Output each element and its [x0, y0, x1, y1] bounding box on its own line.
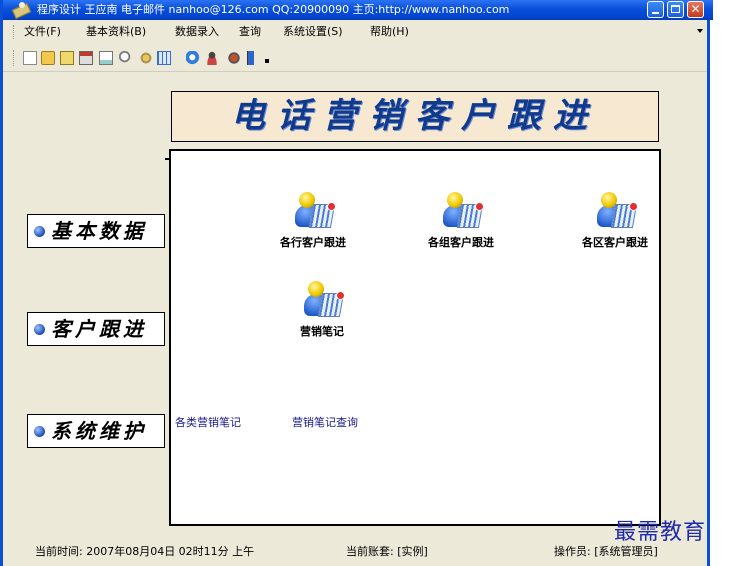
title-bar[interactable]: 程序设计 王应南 电子邮件 nanhoo@126.com QQ:20900090…: [3, 0, 713, 20]
nav-label: 客户跟进: [51, 317, 147, 341]
ie-icon[interactable]: [186, 51, 200, 65]
minimize-icon: [652, 12, 659, 14]
item-label: 营销笔记: [300, 325, 344, 338]
exit-icon[interactable]: [247, 51, 261, 65]
nav-label: 基本数据: [51, 219, 147, 243]
settings-icon[interactable]: [227, 51, 241, 65]
find-icon[interactable]: [119, 51, 133, 65]
app-icon: [11, 2, 32, 20]
print-preview-icon[interactable]: [99, 51, 113, 65]
close-button[interactable]: ✕: [687, 1, 704, 18]
bullet-icon: [34, 324, 45, 335]
menu-bar: 文件(F) 基本资料(B) 数据录入 查询 系统设置(S) 帮助(H): [3, 21, 707, 43]
toolbar-dropdown-icon[interactable]: [265, 59, 269, 63]
maximize-button[interactable]: [667, 1, 684, 18]
bullet-icon: [34, 426, 45, 437]
main-window: 程序设计 王应南 电子邮件 nanhoo@126.com QQ:20900090…: [0, 0, 713, 566]
grid-icon[interactable]: [157, 51, 171, 65]
status-bar: 当前时间: 2007年08月04日 02时11分 上午 当前账套: [实例] 操…: [3, 540, 707, 564]
nav-basic-data-button[interactable]: 基本数据: [27, 214, 165, 248]
menu-help[interactable]: 帮助(H): [370, 25, 409, 39]
page-title-banner: 电话营销客户跟进: [171, 91, 659, 142]
customer-card-icon: [295, 192, 336, 232]
maximize-icon: [671, 5, 680, 13]
menu-overflow-chevron-icon[interactable]: [697, 29, 703, 33]
menu-file[interactable]: 文件(F): [24, 25, 61, 39]
menu-data-entry[interactable]: 数据录入: [175, 25, 219, 39]
print-icon[interactable]: [79, 51, 93, 65]
customer-card-icon: [304, 281, 345, 321]
watermark: 最需教育: [614, 520, 707, 545]
menu-grip[interactable]: [13, 25, 17, 39]
client-area: 电话营销客户跟进 基本数据 客户跟进 系统维护 各行客户跟进 各组客户跟进 各区…: [3, 72, 707, 536]
item-label: 各组客户跟进: [428, 236, 494, 249]
link-all-marketing-notes[interactable]: 各类营销笔记: [175, 416, 241, 430]
close-icon: ✕: [690, 2, 701, 16]
menu-query[interactable]: 查询: [239, 25, 261, 39]
link-marketing-notes-query[interactable]: 营销笔记查询: [292, 416, 358, 430]
item-label: 各行客户跟进: [280, 236, 346, 249]
minimize-button[interactable]: [647, 1, 664, 18]
tools-icon[interactable]: [139, 51, 153, 65]
status-current-account: 当前账套: [实例]: [346, 545, 428, 558]
window-title: 程序设计 王应南 电子邮件 nanhoo@126.com QQ:20900090…: [37, 3, 510, 16]
user-icon[interactable]: [205, 51, 219, 65]
save-icon[interactable]: [60, 51, 74, 65]
customer-card-icon: [443, 192, 484, 232]
menu-basic-info[interactable]: 基本资料(B): [86, 25, 146, 39]
customer-card-icon: [597, 192, 638, 232]
nav-label: 系统维护: [51, 419, 147, 443]
open-icon[interactable]: [41, 51, 55, 65]
status-current-time: 当前时间: 2007年08月04日 02时11分 上午: [35, 545, 255, 558]
bullet-icon: [34, 226, 45, 237]
nav-system-maintenance-button[interactable]: 系统维护: [27, 414, 165, 448]
menu-system-settings[interactable]: 系统设置(S): [283, 25, 343, 39]
customer-followup-by-branch[interactable]: 各行客户跟进: [263, 192, 363, 258]
nav-customer-followup-button[interactable]: 客户跟进: [27, 312, 165, 346]
item-label: 各区客户跟进: [582, 236, 648, 249]
toolbar-grip[interactable]: [13, 50, 17, 66]
customer-followup-by-region[interactable]: 各区客户跟进: [565, 192, 665, 258]
new-icon[interactable]: [23, 51, 37, 65]
marketing-notes[interactable]: 营销笔记: [272, 281, 372, 347]
customer-followup-by-group[interactable]: 各组客户跟进: [411, 192, 511, 258]
toolbar: [3, 45, 707, 72]
